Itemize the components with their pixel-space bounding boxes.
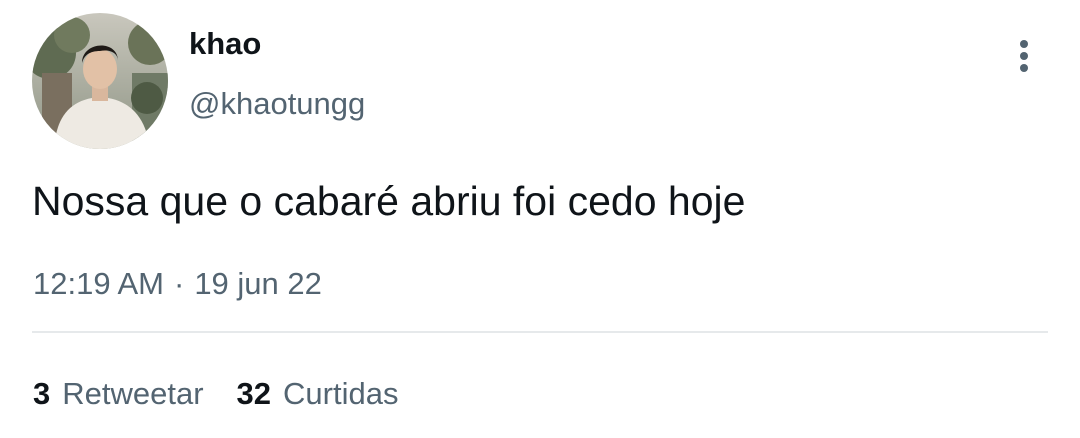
tweet-detail: khao @khaotungg Nossa que o cabaré abriu… — [0, 0, 1080, 438]
author-handle[interactable]: @khaotungg — [189, 84, 365, 124]
engagement-stats: 3 Retweetar 32 Curtidas — [33, 372, 431, 416]
tweet-date[interactable]: 19 jun 22 — [194, 266, 322, 301]
retweets-count: 3 — [33, 376, 51, 411]
timestamp[interactable]: 12:19 AM · 19 jun 22 — [33, 262, 322, 306]
likes-label: Curtidas — [283, 376, 399, 411]
retweets-label: Retweetar — [62, 376, 204, 411]
tweet-text: Nossa que o cabaré abriu foi cedo hoje — [32, 178, 746, 224]
more-options-button[interactable] — [1004, 34, 1044, 78]
tweet-time[interactable]: 12:19 AM — [33, 266, 164, 301]
timestamp-separator: · — [173, 266, 185, 301]
retweets-stat[interactable]: 3 Retweetar — [33, 372, 204, 416]
likes-stat[interactable]: 32 Curtidas — [237, 372, 399, 416]
avatar-photo — [32, 13, 168, 149]
likes-count: 32 — [236, 376, 272, 411]
avatar[interactable] — [32, 13, 168, 149]
more-vertical-icon — [1020, 40, 1028, 72]
author-display-name[interactable]: khao — [189, 24, 261, 64]
divider — [32, 331, 1048, 333]
